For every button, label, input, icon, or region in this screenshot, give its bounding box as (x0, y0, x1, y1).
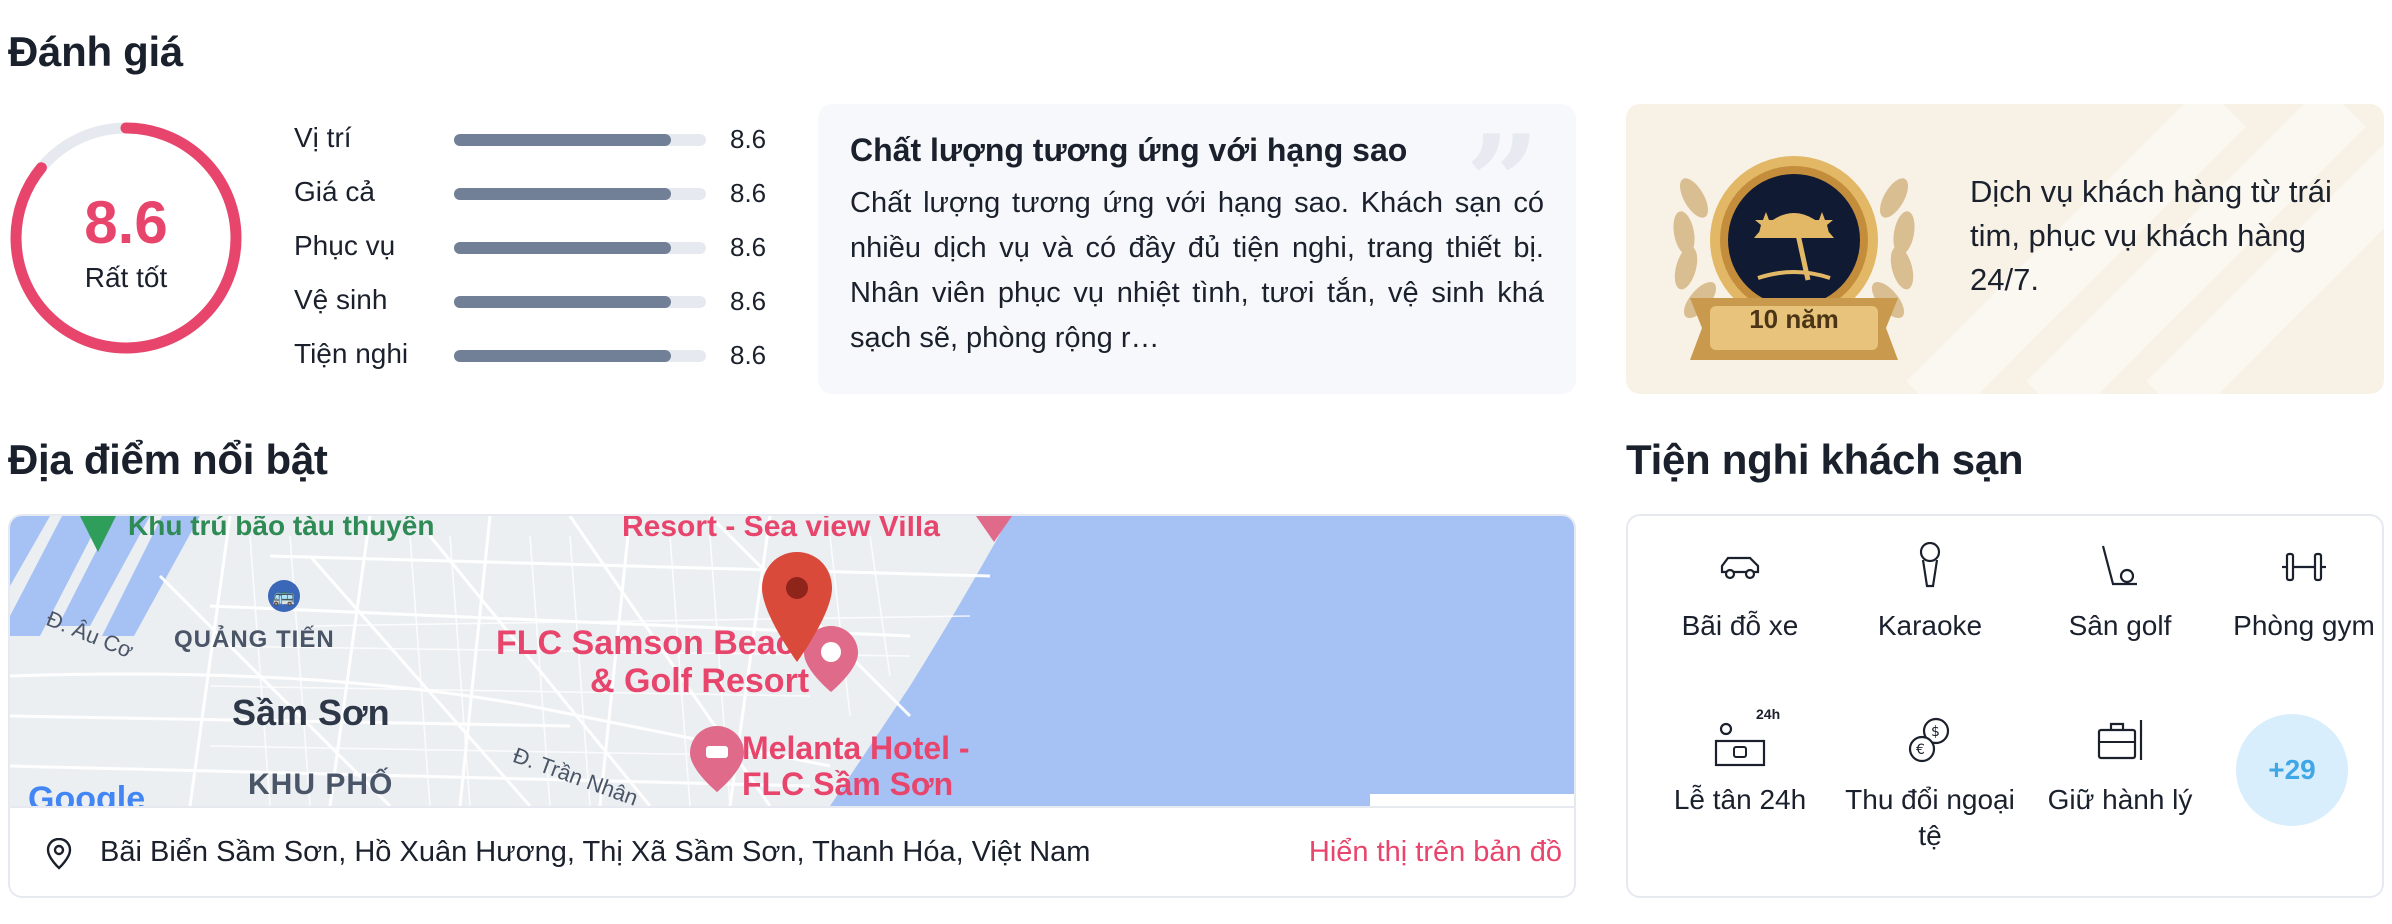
amenities-heading: Tiện nghi khách sạn (1626, 436, 2024, 483)
car-icon (1646, 532, 1834, 602)
amenity-label: Giữ hành lý (2047, 784, 2193, 815)
amenity-label: Lễ tân 24h (1673, 784, 1807, 815)
criterion-row-amenities: Tiện nghi 8.6 (294, 336, 774, 390)
criterion-row-service: Phục vụ 8.6 (294, 228, 774, 282)
bus-stop-icon: 🚌 (268, 580, 300, 612)
criterion-row-price: Giá cả 8.6 (294, 174, 774, 228)
badge-description: Dịch vụ khách hàng từ trái tim, phục vụ … (1970, 174, 2332, 297)
dumbbell-icon (2210, 532, 2392, 602)
location-map[interactable]: 🚌 Khu trú bão tàu thuyền Resort - Sea vi… (10, 516, 1574, 806)
rating-criteria-list: Vị trí 8.6 Giá cả 8.6 Phục vụ 8.6 Vệ sin… (294, 120, 774, 390)
overall-score-label: Rất tốt (84, 262, 168, 293)
criterion-label: Phục vụ (294, 230, 396, 261)
criterion-bar-fill (454, 242, 671, 254)
criterion-bar (454, 242, 706, 254)
criterion-label: Giá cả (294, 176, 375, 207)
amenity-label: Karaoke (1877, 610, 1983, 641)
resort-marker-icon (976, 516, 1012, 542)
golf-icon (2026, 532, 2214, 602)
reception-24h-badge: 24h (1756, 706, 1781, 722)
criterion-value: 8.6 (730, 340, 767, 370)
ten-year-award-badge-icon (1673, 156, 1915, 360)
criterion-value: 8.6 (730, 124, 767, 154)
svg-text:€: € (1916, 742, 1925, 758)
park-marker-icon (80, 516, 116, 552)
criterion-bar (454, 350, 706, 362)
criterion-value: 8.6 (730, 178, 767, 208)
criterion-row-cleanliness: Vệ sinh 8.6 (294, 282, 774, 336)
hotel-marker-icon (690, 726, 744, 792)
criterion-value: 8.6 (730, 286, 767, 316)
overall-rating-ring: 8.6 Rất tốt (8, 120, 244, 356)
amenity-label: Bãi đỗ xe (1681, 610, 1799, 641)
amenity-parking: Bãi đỗ xe (1646, 532, 1834, 644)
amenity-karaoke: Karaoke (1836, 532, 2024, 644)
map-label-melanta-line2: FLC Sầm Sơn (742, 766, 954, 802)
badge-years: 10 năm (1749, 304, 1839, 334)
amenity-currency-exchange: $ € Thu đổi ngoại tệ (1836, 706, 2024, 854)
location-map-card: 🚌 Khu trú bão tàu thuyền Resort - Sea vi… (8, 514, 1576, 898)
amenity-gym: Phòng gym (2210, 532, 2392, 644)
criterion-label: Vị trí (294, 122, 352, 153)
criterion-bar-fill (454, 296, 671, 308)
criterion-bar (454, 188, 706, 200)
map-label-flc-line2: & Golf Resort (590, 662, 810, 700)
review-highlight-card[interactable]: ” Chất lượng tương ứng với hạng sao Chất… (818, 104, 1576, 394)
criterion-bar (454, 296, 706, 308)
criterion-label: Tiện nghi (294, 338, 409, 369)
location-pin-icon (46, 838, 72, 870)
map-label-sam-son: Sầm Sơn (232, 692, 390, 733)
map-label-resort-villa: Resort - Sea view Villa (622, 516, 940, 543)
amenity-label: Phòng gym (2233, 610, 2375, 641)
map-label-quang-tien: QUẢNG TIẾN (174, 626, 335, 653)
map-label-melanta-line1: Melanta Hotel - (742, 730, 970, 766)
google-logo: Google (28, 780, 146, 806)
criterion-bar-fill (454, 188, 671, 200)
review-title: Chất lượng tương ứng với hạng sao (850, 132, 1408, 168)
currency-exchange-icon: $ € (1836, 706, 2024, 776)
map-label-khu-pho: KHU PHỐ (248, 768, 394, 801)
service-badge-card: 10 năm Dịch vụ khách hàng từ trái tim, p… (1626, 104, 2384, 394)
location-heading: Địa điểm nổi bật (8, 436, 328, 483)
criterion-bar (454, 134, 706, 146)
criterion-label: Vệ sinh (294, 284, 388, 315)
amenity-label: Thu đổi ngoại tệ (1845, 784, 2015, 851)
criterion-bar-fill (454, 134, 671, 146)
address-bar: Bãi Biển Sầm Sơn, Hồ Xuân Hương, Thị Xã … (10, 806, 1574, 896)
criterion-row-location: Vị trí 8.6 (294, 120, 774, 174)
luggage-icon (2026, 706, 2214, 776)
svg-text:$: $ (1931, 724, 1940, 740)
overall-score: 8.6 (84, 189, 168, 256)
map-label-anchorage: Khu trú bão tàu thuyền (128, 516, 435, 541)
amenity-label: Sân golf (2068, 610, 2172, 641)
amenity-reception-24h: 24h Lễ tân 24h (1646, 706, 1834, 818)
hotel-address: Bãi Biển Sầm Sơn, Hồ Xuân Hương, Thị Xã … (100, 836, 1091, 868)
microphone-icon (1836, 532, 2024, 602)
review-body: Chất lượng tương ứng với hạng sao. Khách… (850, 187, 1544, 354)
show-on-map-link[interactable]: Hiển thị trên bản đồ (1309, 836, 1562, 869)
quote-icon: ” (1465, 106, 1540, 259)
reviews-heading: Đánh giá (8, 28, 183, 75)
amenity-golf: Sân golf (2026, 532, 2214, 644)
more-amenities-button[interactable]: +29 (2236, 714, 2348, 826)
amenities-card: Bãi đỗ xe Karaoke Sân golf Phòng gym 24h… (1626, 514, 2384, 898)
criterion-bar-fill (454, 350, 671, 362)
hotel-location-pin-icon (762, 552, 832, 662)
amenity-luggage: Giữ hành lý (2026, 706, 2214, 818)
reception-24h-icon: 24h (1646, 706, 1834, 776)
criterion-value: 8.6 (730, 232, 767, 262)
